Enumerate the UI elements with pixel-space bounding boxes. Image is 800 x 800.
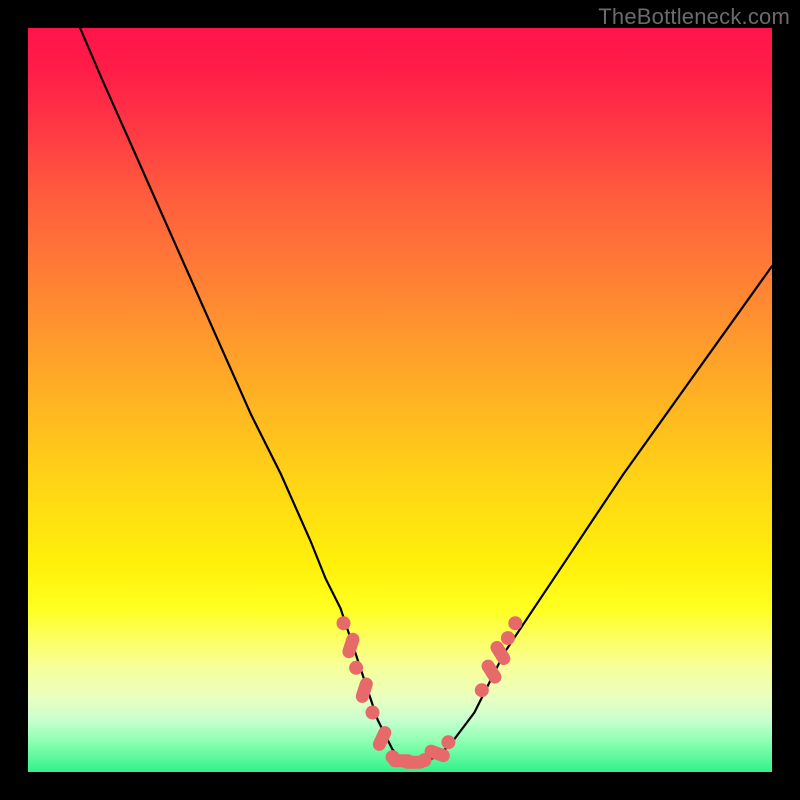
chart-svg bbox=[28, 28, 772, 772]
marker-dot bbox=[475, 683, 489, 697]
marker-dot bbox=[349, 661, 363, 675]
marker-pill bbox=[341, 631, 361, 660]
chart-frame bbox=[28, 28, 772, 772]
bottleneck-curve bbox=[80, 28, 772, 763]
watermark-text: TheBottleneck.com bbox=[598, 4, 790, 30]
marker-dot bbox=[508, 616, 522, 630]
marker-dot bbox=[441, 735, 455, 749]
marker-dot bbox=[501, 631, 515, 645]
marker-dot bbox=[366, 706, 380, 720]
curve-markers bbox=[337, 616, 523, 769]
marker-pill bbox=[371, 724, 394, 753]
marker-dot bbox=[337, 616, 351, 630]
